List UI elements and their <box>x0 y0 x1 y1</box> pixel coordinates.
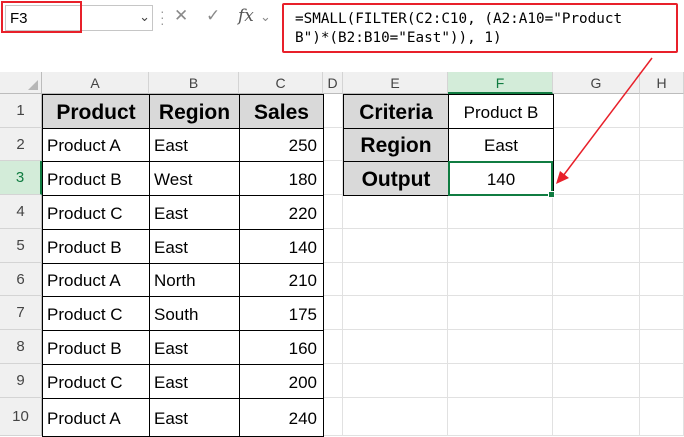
table-cell[interactable]: Product B <box>42 229 150 264</box>
table-cell[interactable]: Product B <box>42 161 150 196</box>
gridline <box>639 94 640 436</box>
table-cell[interactable]: 140 <box>239 229 324 264</box>
table-cell[interactable]: Product C <box>42 364 150 399</box>
table-header-cell[interactable]: Region <box>149 94 240 129</box>
row-header-2[interactable]: 2 <box>0 128 42 161</box>
table-cell[interactable]: East <box>149 229 240 264</box>
name-box-highlight <box>1 1 82 33</box>
row-header-6[interactable]: 6 <box>0 263 42 296</box>
row-header-1[interactable]: 1 <box>0 94 42 128</box>
table-cell[interactable]: Product A <box>42 398 150 437</box>
table-cell[interactable]: North <box>149 263 240 297</box>
criteria-value-cell[interactable]: Product B <box>448 94 554 129</box>
table-cell[interactable]: 175 <box>239 296 324 331</box>
check-icon[interactable]: ✓ <box>206 6 220 26</box>
table-cell[interactable]: 220 <box>239 195 324 230</box>
select-all-corner[interactable] <box>0 72 42 94</box>
criteria-value-cell[interactable]: East <box>448 128 554 162</box>
row-header-10[interactable]: 10 <box>0 398 42 436</box>
row-header-4[interactable]: 4 <box>0 195 42 229</box>
table-cell[interactable]: South <box>149 296 240 331</box>
table-cell[interactable]: 200 <box>239 364 324 399</box>
table-cell[interactable]: Product B <box>42 330 150 365</box>
formula-bar[interactable]: =SMALL(FILTER(C2:C10, (A2:A10="Product B… <box>282 3 678 53</box>
table-cell[interactable]: Product A <box>42 263 150 297</box>
column-header-b[interactable]: B <box>149 72 239 94</box>
row-header-3[interactable]: 3 <box>0 161 42 195</box>
column-header-h[interactable]: H <box>640 72 684 94</box>
table-cell[interactable]: 210 <box>239 263 324 297</box>
table-cell[interactable]: East <box>149 398 240 437</box>
criteria-label-cell[interactable]: Output <box>343 161 449 196</box>
table-header-cell[interactable]: Product <box>42 94 150 129</box>
formula-line-1: =SMALL(FILTER(C2:C10, (A2:A10="Product <box>295 11 623 27</box>
column-header-a[interactable]: A <box>42 72 149 94</box>
formula-line-2: B")*(B2:B10="East")), 1) <box>295 30 502 46</box>
table-cell[interactable]: East <box>149 195 240 230</box>
chevron-down-icon[interactable]: ⌄ <box>260 9 271 25</box>
table-header-cell[interactable]: Sales <box>239 94 324 129</box>
table-cell[interactable]: West <box>149 161 240 196</box>
criteria-label-cell[interactable]: Region <box>343 128 449 162</box>
table-cell[interactable]: East <box>149 128 240 162</box>
row-header-7[interactable]: 7 <box>0 296 42 330</box>
fill-handle[interactable] <box>548 191 555 198</box>
table-cell[interactable]: 160 <box>239 330 324 365</box>
table-cell[interactable]: 250 <box>239 128 324 162</box>
table-cell[interactable]: 180 <box>239 161 324 196</box>
row-header-5[interactable]: 5 <box>0 229 42 263</box>
function-icon[interactable]: fx <box>238 6 254 26</box>
column-header-d[interactable]: D <box>323 72 343 94</box>
formula-text[interactable]: =SMALL(FILTER(C2:C10, (A2:A10="Product B… <box>295 10 679 48</box>
table-cell[interactable]: 240 <box>239 398 324 437</box>
criteria-label-cell[interactable]: Criteria <box>343 94 449 129</box>
table-cell[interactable]: Product C <box>42 195 150 230</box>
close-icon[interactable]: ✕ <box>174 6 188 26</box>
table-cell[interactable]: Product C <box>42 296 150 331</box>
column-header-c[interactable]: C <box>239 72 323 94</box>
active-cell-selection[interactable] <box>448 161 555 198</box>
column-header-e[interactable]: E <box>343 72 448 94</box>
drag-handle-icon[interactable]: · · · <box>160 4 165 30</box>
column-header-f[interactable]: F <box>448 72 553 94</box>
table-cell[interactable]: Product A <box>42 128 150 162</box>
table-cell[interactable]: East <box>149 330 240 365</box>
chevron-down-icon[interactable]: ⌄ <box>139 9 150 25</box>
column-header-g[interactable]: G <box>553 72 640 94</box>
table-cell[interactable]: East <box>149 364 240 399</box>
row-header-9[interactable]: 9 <box>0 364 42 398</box>
row-header-8[interactable]: 8 <box>0 330 42 364</box>
